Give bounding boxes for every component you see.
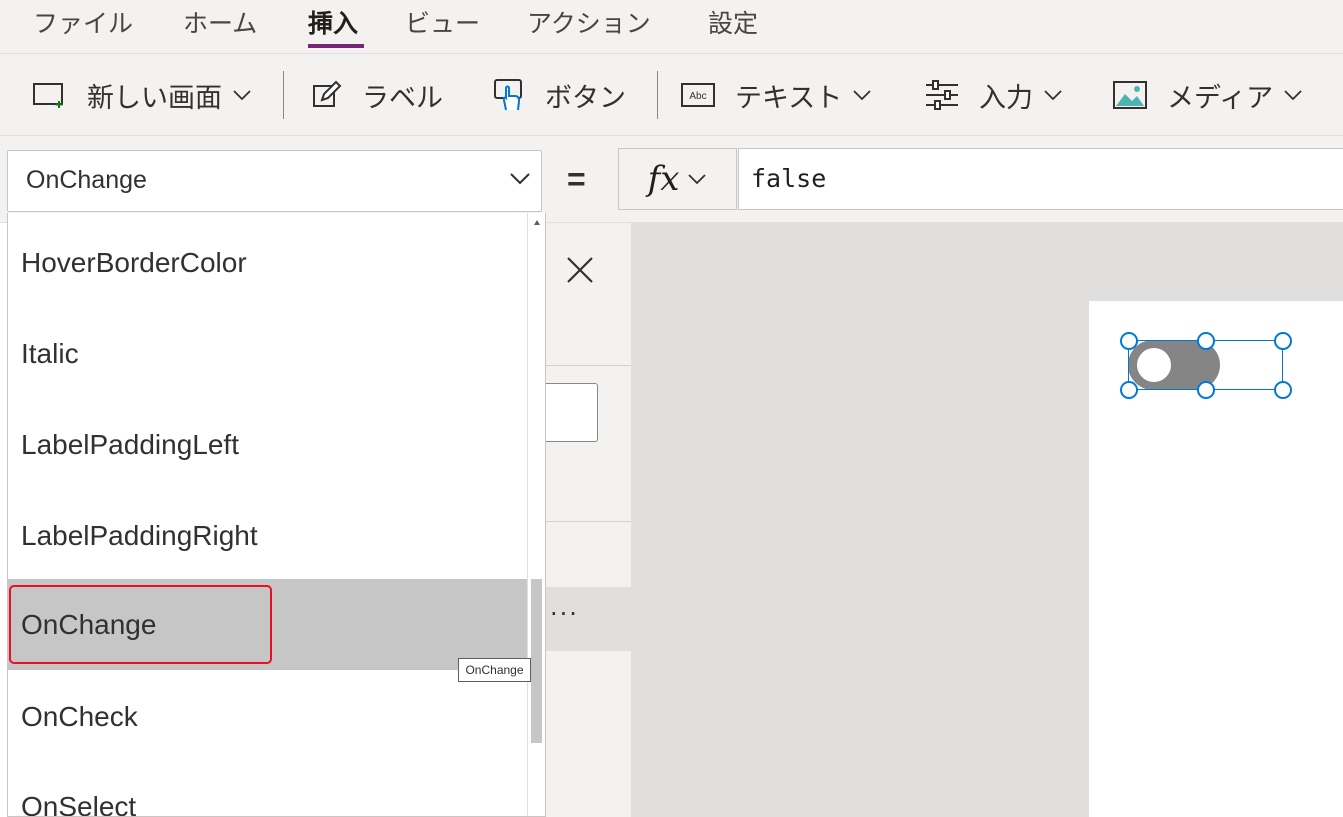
menu-file[interactable]: ファイル <box>33 8 133 40</box>
chevron-down-icon <box>1283 89 1303 101</box>
formula-input[interactable]: false <box>738 148 1343 210</box>
function-button[interactable]: fx <box>618 148 737 210</box>
more-options-icon[interactable]: ··· <box>550 600 579 628</box>
list-item-onselect[interactable]: OnSelect <box>8 761 527 817</box>
list-item-label: LabelPaddingRight <box>21 519 258 551</box>
new-screen-icon <box>33 81 67 109</box>
button-button-label: ボタン <box>545 82 626 114</box>
list-item-label: OnSelect <box>21 790 137 817</box>
ribbon-divider <box>657 71 658 119</box>
menu-bar: ファイル ホーム 挿入 ビュー アクション 設定 <box>0 0 1343 54</box>
property-selector-value: OnChange <box>26 166 147 194</box>
text-dropdown[interactable]: Abc テキスト <box>681 75 872 115</box>
new-screen-button[interactable]: 新しい画面 <box>33 75 252 115</box>
list-item-label: LabelPaddingLeft <box>21 428 239 460</box>
media-dropdown[interactable]: メディア <box>1113 75 1303 115</box>
list-item-onchange[interactable]: OnChange <box>8 579 527 670</box>
input-dropdown[interactable]: 入力 <box>925 75 1063 115</box>
media-dropdown-label: メディア <box>1167 82 1274 114</box>
input-dropdown-label: 入力 <box>979 82 1033 114</box>
list-item-label: OnChange <box>21 608 157 640</box>
list-item-labelpaddingleft[interactable]: LabelPaddingLeft <box>8 399 527 490</box>
list-item-label: OnCheck <box>21 700 138 732</box>
active-tab-underline <box>308 44 364 48</box>
resize-handle[interactable] <box>1274 332 1292 350</box>
svg-text:Abc: Abc <box>689 91 706 102</box>
ribbon-divider <box>283 71 284 119</box>
fx-icon: fx <box>647 159 680 199</box>
panel-input-field[interactable] <box>545 383 598 442</box>
image-icon <box>1113 81 1147 109</box>
panel-divider <box>545 365 631 366</box>
properties-panel <box>545 223 631 817</box>
dropdown-scrollbar[interactable] <box>527 213 545 816</box>
new-screen-label: 新しい画面 <box>87 82 222 114</box>
scroll-thumb[interactable] <box>531 579 542 743</box>
menu-home[interactable]: ホーム <box>183 8 257 40</box>
chevron-down-icon <box>1043 89 1063 101</box>
scroll-up-arrow-icon[interactable] <box>534 220 540 225</box>
list-item-label: Italic <box>21 337 79 369</box>
list-item-italic[interactable]: Italic <box>8 308 527 399</box>
resize-handle[interactable] <box>1274 381 1292 399</box>
label-button-label: ラベル <box>362 82 443 114</box>
formula-bar: OnChange = fx false <box>0 137 1343 223</box>
chevron-down-icon <box>687 170 707 189</box>
equals-sign: = <box>567 161 586 197</box>
menu-insert[interactable]: 挿入 <box>308 8 358 40</box>
button-button[interactable]: ボタン <box>493 75 626 115</box>
hand-pointer-icon <box>493 78 525 112</box>
chevron-down-icon <box>852 89 872 101</box>
list-item-label: HoverBorderColor <box>21 246 247 278</box>
chevron-down-icon <box>232 89 252 101</box>
panel-divider <box>545 521 631 522</box>
resize-handle[interactable] <box>1120 381 1138 399</box>
label-button[interactable]: ラベル <box>312 75 443 115</box>
resize-handle[interactable] <box>1197 381 1215 399</box>
pencil-icon <box>312 80 342 110</box>
chevron-down-icon <box>509 171 531 190</box>
text-dropdown-label: テキスト <box>735 82 843 114</box>
tooltip: OnChange <box>458 658 531 682</box>
list-item-oncheck[interactable]: OnCheck <box>8 671 527 762</box>
menu-settings[interactable]: 設定 <box>708 8 758 40</box>
menu-action[interactable]: アクション <box>527 8 651 40</box>
text-input-icon: Abc <box>681 83 715 107</box>
close-icon[interactable] <box>565 255 595 285</box>
list-item-hoverbordercolor[interactable]: HoverBorderColor <box>8 217 527 308</box>
property-selector[interactable]: OnChange <box>7 150 542 212</box>
resize-handle[interactable] <box>1120 332 1138 350</box>
menu-view[interactable]: ビュー <box>405 8 480 40</box>
sliders-icon <box>925 80 959 110</box>
list-item-labelpaddingright[interactable]: LabelPaddingRight <box>8 490 527 581</box>
ribbon-toolbar: 新しい画面 ラベル ボタン Abc テキスト 入力 メディア <box>0 55 1343 136</box>
resize-handle[interactable] <box>1197 332 1215 350</box>
property-dropdown-list: HoverBorderColor Italic LabelPaddingLeft… <box>7 213 546 817</box>
